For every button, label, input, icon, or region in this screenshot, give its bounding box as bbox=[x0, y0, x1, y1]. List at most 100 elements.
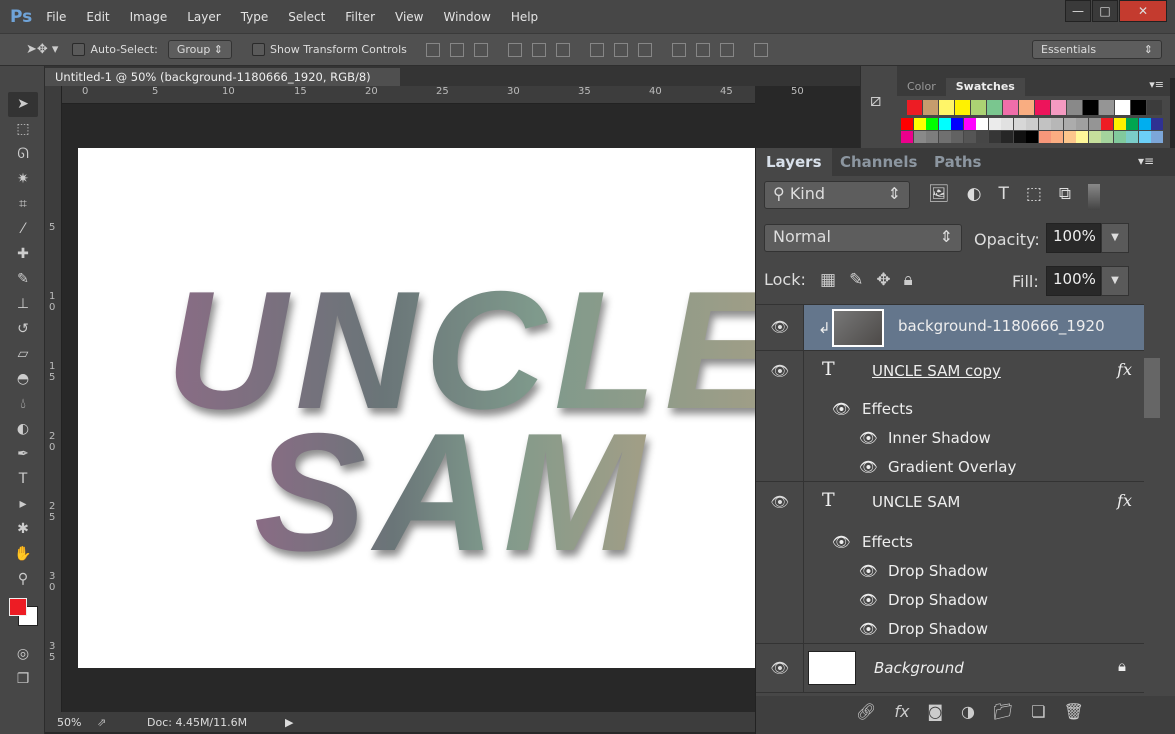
fill-input[interactable]: 100% bbox=[1046, 266, 1101, 296]
visibility-eye-icon[interactable]: 👁︎ bbox=[770, 362, 790, 380]
color-swatch[interactable] bbox=[1051, 131, 1063, 143]
color-swatch[interactable] bbox=[1051, 118, 1063, 130]
share-icon[interactable]: ⇗ bbox=[97, 716, 147, 729]
align-left-icon[interactable] bbox=[507, 42, 522, 57]
color-swatch[interactable] bbox=[1151, 118, 1163, 130]
menu-type[interactable]: Type bbox=[241, 10, 269, 24]
align-vcenter-icon[interactable] bbox=[449, 42, 464, 57]
menu-file[interactable]: File bbox=[46, 10, 66, 24]
panel-menu-icon[interactable]: ▾≡ bbox=[1149, 78, 1170, 96]
link-layers-icon[interactable]: 🔗︎ bbox=[856, 702, 876, 734]
layers-panel-menu-icon[interactable]: ▾≡ bbox=[1138, 154, 1154, 168]
color-swatch[interactable] bbox=[1147, 100, 1162, 115]
healing-brush-tool-icon[interactable]: ✚ bbox=[8, 242, 38, 267]
align-hcenter-icon[interactable] bbox=[531, 42, 546, 57]
adjustment-layer-icon[interactable]: ◑ bbox=[961, 702, 975, 734]
layer-row-background[interactable]: 👁︎ Background 🔒︎ bbox=[756, 645, 1144, 693]
path-selection-tool-icon[interactable]: ▸ bbox=[8, 492, 38, 517]
filter-shape-icon[interactable]: ⬚ bbox=[1026, 184, 1042, 210]
effects-eye-icon[interactable]: 👁︎ bbox=[832, 400, 851, 418]
menu-help[interactable]: Help bbox=[511, 10, 538, 24]
auto-select-dropdown[interactable]: Group ⇕ bbox=[167, 40, 233, 59]
color-swatch[interactable] bbox=[1076, 118, 1088, 130]
foreground-color-swatch[interactable] bbox=[9, 598, 27, 616]
color-swatch[interactable] bbox=[1019, 100, 1034, 115]
blur-tool-icon[interactable]: 💧︎ bbox=[8, 392, 38, 417]
menu-view[interactable]: View bbox=[395, 10, 423, 24]
zoom-level[interactable]: 50% bbox=[57, 716, 97, 729]
effect-drop-shadow[interactable]: Drop Shadow bbox=[888, 591, 988, 609]
effect-eye-icon[interactable]: 👁︎ bbox=[859, 591, 878, 609]
fill-dropdown-button[interactable]: ▼ bbox=[1101, 266, 1129, 296]
color-swatch[interactable] bbox=[926, 118, 938, 130]
magic-wand-tool-icon[interactable]: ✷ bbox=[8, 167, 38, 192]
tab-swatches[interactable]: Swatches bbox=[945, 78, 1025, 96]
color-swatch[interactable] bbox=[1038, 118, 1051, 130]
distribute-hcenter-icon[interactable] bbox=[695, 42, 710, 57]
maximize-button[interactable]: □ bbox=[1092, 0, 1118, 22]
marquee-tool-icon[interactable]: ⬚ bbox=[8, 117, 38, 142]
menu-window[interactable]: Window bbox=[443, 10, 490, 24]
color-swatch[interactable] bbox=[987, 100, 1002, 115]
layer-name[interactable]: Background bbox=[874, 659, 964, 677]
workspace-dropdown[interactable]: Essentials ⇕ bbox=[1032, 40, 1162, 59]
color-swatch[interactable] bbox=[1138, 118, 1151, 130]
paint-bucket-tool-icon[interactable]: ◓ bbox=[8, 367, 38, 392]
lock-all-icon[interactable]: 🔒︎ bbox=[904, 270, 913, 290]
color-swatch[interactable] bbox=[938, 131, 951, 143]
layers-scrollbar[interactable] bbox=[1144, 358, 1160, 418]
color-swatch[interactable] bbox=[1067, 100, 1082, 115]
color-swatch[interactable] bbox=[951, 118, 963, 130]
color-swatch[interactable] bbox=[1076, 131, 1088, 143]
lock-transparent-icon[interactable]: ▦ bbox=[820, 270, 836, 290]
align-right-icon[interactable] bbox=[555, 42, 570, 57]
minimize-button[interactable]: — bbox=[1065, 0, 1091, 22]
eyedropper-tool-icon[interactable]: ⁄ bbox=[8, 217, 38, 242]
type-tool-icon[interactable]: T bbox=[8, 467, 38, 492]
tab-paths[interactable]: Paths bbox=[924, 148, 992, 176]
add-style-icon[interactable]: fx bbox=[894, 702, 909, 734]
layer-row-uncle-sam[interactable]: 👁︎ T UNCLE SAM fx bbox=[756, 483, 1144, 525]
crop-tool-icon[interactable]: ⌗ bbox=[8, 192, 38, 217]
color-swatch[interactable] bbox=[923, 100, 938, 115]
color-swatch[interactable] bbox=[1083, 100, 1098, 115]
history-brush-tool-icon[interactable]: ↺ bbox=[8, 317, 38, 342]
opacity-input[interactable]: 100% bbox=[1046, 223, 1101, 253]
layer-row-uncle-sam-copy[interactable]: 👁︎ T UNCLE SAM copy fx bbox=[756, 352, 1144, 394]
shape-tool-icon[interactable]: ✱ bbox=[8, 517, 38, 542]
blend-mode-dropdown[interactable]: Normal ⇕ bbox=[764, 224, 962, 252]
color-swatch[interactable] bbox=[1099, 100, 1114, 115]
document-tab[interactable]: Untitled-1 @ 50% (background-1180666_192… bbox=[45, 68, 400, 98]
color-swatch[interactable] bbox=[1063, 131, 1076, 143]
delete-layer-icon[interactable]: 🗑︎ bbox=[1064, 702, 1084, 734]
status-menu-arrow-icon[interactable]: ▶ bbox=[285, 716, 293, 729]
color-swatch[interactable] bbox=[1115, 100, 1130, 115]
quick-mask-icon[interactable]: ◎ bbox=[8, 642, 38, 667]
move-tool-preset-icon[interactable]: ➤✥ ▾ bbox=[26, 42, 58, 57]
color-swatch[interactable] bbox=[1101, 118, 1113, 130]
pen-tool-icon[interactable]: ✒ bbox=[8, 442, 38, 467]
tab-channels[interactable]: Channels bbox=[830, 148, 927, 176]
color-swatch[interactable] bbox=[1088, 118, 1101, 130]
tab-layers[interactable]: Layers bbox=[756, 148, 832, 176]
color-swatch[interactable] bbox=[971, 100, 986, 115]
color-swatch[interactable] bbox=[1113, 131, 1126, 143]
effect-eye-icon[interactable]: 👁︎ bbox=[859, 562, 878, 580]
layer-row-background-image[interactable]: 👁︎ ↲ background-1180666_1920 bbox=[756, 305, 1144, 351]
color-swatch[interactable] bbox=[1126, 118, 1138, 130]
auto-align-icon[interactable] bbox=[753, 42, 768, 57]
tab-color[interactable]: Color bbox=[897, 78, 946, 96]
visibility-eye-icon[interactable]: 👁︎ bbox=[770, 493, 790, 511]
filter-kind-dropdown[interactable]: ⚲ Kind ⇕ bbox=[764, 181, 910, 209]
color-swatch[interactable] bbox=[1101, 131, 1113, 143]
color-swatch[interactable] bbox=[963, 131, 976, 143]
color-swatch[interactable] bbox=[1035, 100, 1050, 115]
layer-name[interactable]: UNCLE SAM copy bbox=[872, 362, 1001, 380]
layer-name[interactable]: background-1180666_1920 bbox=[898, 317, 1105, 335]
color-swatch[interactable] bbox=[963, 118, 976, 130]
align-top-icon[interactable] bbox=[425, 42, 440, 57]
color-swatch[interactable] bbox=[938, 118, 951, 130]
color-swatch[interactable] bbox=[939, 100, 954, 115]
color-swatch[interactable] bbox=[1026, 118, 1038, 130]
stamp-tool-icon[interactable]: ⊥ bbox=[8, 292, 38, 317]
